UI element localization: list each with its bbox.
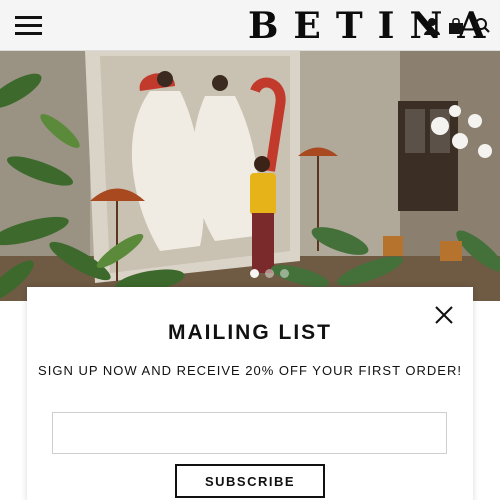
user-icon[interactable] <box>424 17 440 35</box>
popup-subtitle: SIGN UP NOW AND RECEIVE 20% OFF YOUR FIR… <box>38 363 462 378</box>
shopping-bag-icon[interactable] <box>448 17 464 35</box>
hamburger-line <box>15 32 42 35</box>
site-header: BETINA <box>0 0 500 51</box>
header-icons <box>424 17 494 37</box>
hero-carousel[interactable] <box>0 51 500 301</box>
search-icon[interactable] <box>474 17 490 35</box>
carousel-dots <box>250 269 290 279</box>
carousel-dot[interactable] <box>265 269 274 278</box>
subscribe-button[interactable]: SUBSCRIBE <box>175 464 325 498</box>
hamburger-line <box>15 24 42 27</box>
mailing-list-popup: MAILING LIST SIGN UP NOW AND RECEIVE 20%… <box>27 287 473 500</box>
popup-title: MAILING LIST <box>168 321 332 344</box>
hamburger-line <box>15 16 42 19</box>
carousel-dot[interactable] <box>250 269 259 278</box>
hero-image <box>0 51 500 301</box>
email-input[interactable] <box>52 412 447 454</box>
carousel-dot[interactable] <box>280 269 289 278</box>
hamburger-menu-icon[interactable] <box>15 16 42 36</box>
